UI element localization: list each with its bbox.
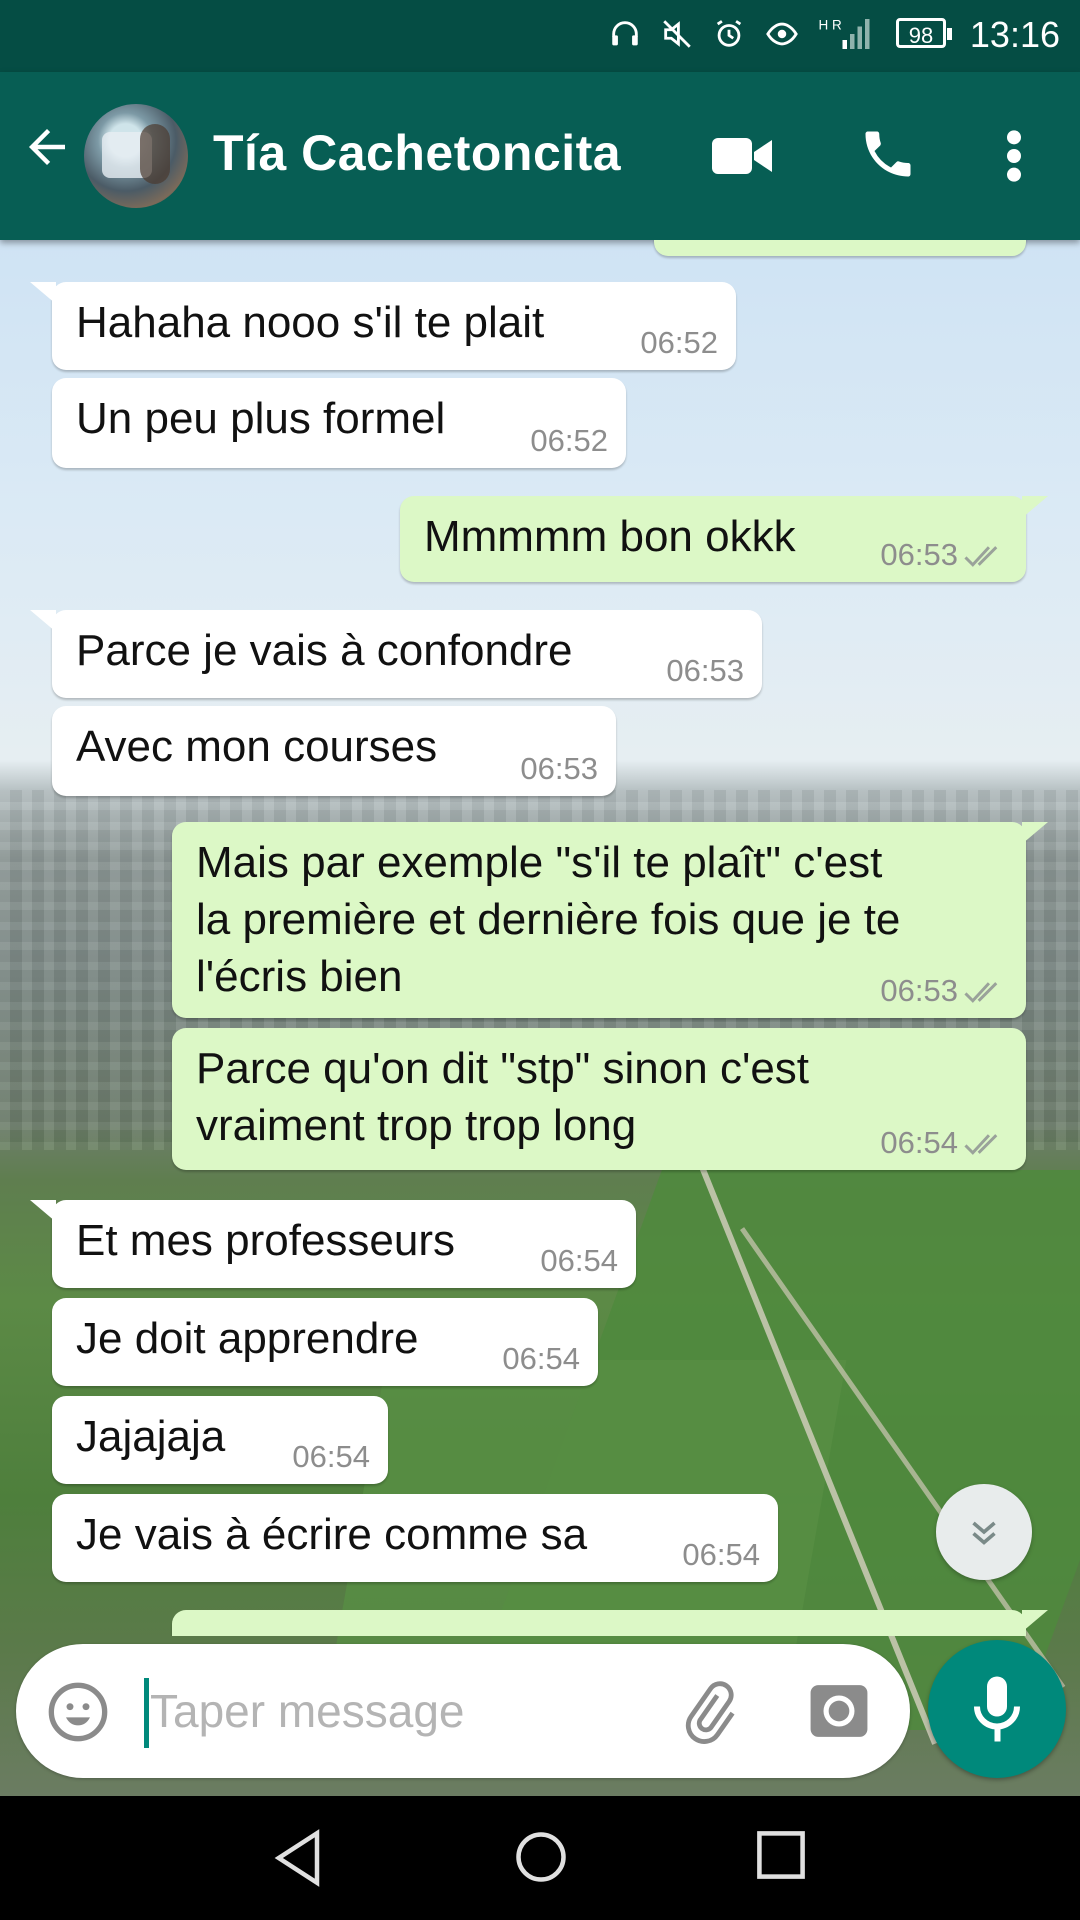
message-text: Mmmmm bon okkk — [424, 512, 796, 561]
message-time: 06:54 — [540, 1243, 618, 1278]
status-bar: H R 98 13:16 — [0, 0, 1080, 72]
back-arrow-icon[interactable] — [20, 120, 74, 174]
message-bubble-outgoing[interactable]: Parce qu'on dit "stp" sinon c'est vraime… — [172, 1028, 1026, 1170]
message-list[interactable]: Hahaha nooo s'il te plait 06:52 Un peu p… — [0, 240, 1080, 1636]
mic-icon — [974, 1676, 1020, 1742]
alarm-icon — [716, 20, 742, 47]
text-cursor — [144, 1678, 149, 1748]
message-time: 06:52 — [530, 423, 608, 458]
double-check-icon — [964, 1134, 998, 1155]
message-bubble-outgoing[interactable]: Mais par exemple "s'il te plaît" c'est l… — [172, 822, 1048, 1018]
message-bubble-incoming[interactable]: Je vais à écrire comme sa 06:54 — [52, 1494, 778, 1582]
double-check-icon — [964, 982, 998, 1003]
contact-avatar[interactable] — [84, 104, 188, 208]
message-bubble-incoming[interactable]: Un peu plus formel 06:52 — [52, 378, 626, 468]
more-vert-icon[interactable] — [1000, 128, 1028, 184]
status-clock: 13:16 — [969, 14, 1060, 55]
nav-recent-apps-icon[interactable] — [756, 1830, 806, 1880]
headset-icon — [612, 21, 638, 46]
message-bubble-incoming[interactable]: Je doit apprendre 06:54 — [52, 1298, 598, 1386]
message-bubble-outgoing[interactable]: Mmmmm bon okkk 06:53 — [400, 496, 1048, 582]
message-time: 06:54 — [880, 1125, 958, 1160]
message-bubble-outgoing-partial[interactable] — [654, 240, 1026, 256]
message-time: 06:53 — [880, 537, 958, 572]
eye-icon — [766, 22, 798, 46]
message-text: Hahaha nooo s'il te plait — [76, 298, 545, 347]
svg-text:H R: H R — [819, 18, 843, 33]
message-time: 06:53 — [666, 653, 744, 688]
message-text: Un peu plus formel — [76, 394, 446, 443]
phone-icon[interactable] — [858, 124, 918, 184]
battery-indicator: 98 — [896, 18, 952, 48]
mic-button[interactable] — [928, 1640, 1066, 1778]
message-time: 06:53 — [520, 751, 598, 786]
message-bubble-incoming[interactable]: Et mes professeurs 06:54 — [30, 1200, 636, 1288]
contact-name[interactable]: Tía Cachetoncita — [213, 124, 621, 182]
message-text: Jajajaja — [76, 1412, 226, 1461]
video-call-icon[interactable] — [710, 132, 774, 180]
chat-header: Tía Cachetoncita — [0, 72, 1080, 240]
attach-icon[interactable] — [676, 1680, 740, 1744]
signal-icon: H R — [819, 18, 870, 49]
message-input[interactable]: Taper message — [150, 1684, 465, 1738]
message-time: 06:54 — [682, 1537, 760, 1572]
message-text: Je doit apprendre — [76, 1314, 419, 1363]
message-text: Mais par exemple "s'il te plaît" c'est l… — [196, 838, 901, 1001]
scroll-down-icon — [972, 1521, 996, 1545]
camera-icon[interactable] — [808, 1682, 870, 1740]
system-nav-bar — [0, 1796, 1080, 1920]
status-icons: H R — [608, 16, 870, 52]
message-bubble-incoming[interactable]: Parce je vais à confondre 06:53 — [30, 610, 762, 698]
message-bubble-outgoing-partial[interactable] — [172, 1610, 1048, 1636]
message-time: 06:54 — [292, 1439, 370, 1474]
message-time: 06:53 — [880, 973, 958, 1008]
nav-back-icon[interactable] — [272, 1828, 326, 1888]
double-check-icon — [964, 546, 998, 567]
message-bubble-incoming[interactable]: Hahaha nooo s'il te plait 06:52 — [30, 282, 736, 370]
message-text: Je vais à écrire comme sa — [76, 1510, 588, 1559]
message-time: 06:54 — [502, 1341, 580, 1376]
message-text: Avec mon courses — [76, 722, 438, 771]
nav-home-icon[interactable] — [514, 1828, 568, 1886]
message-bubble-incoming[interactable]: Jajajaja 06:54 — [52, 1396, 388, 1484]
message-text: Parce qu'on dit "stp" sinon c'est vraime… — [196, 1044, 810, 1150]
message-text: Parce je vais à confondre — [76, 626, 573, 675]
emoji-icon[interactable] — [46, 1680, 110, 1744]
scroll-down-button[interactable] — [936, 1484, 1032, 1580]
message-text: Et mes professeurs — [76, 1216, 456, 1265]
message-composer[interactable]: Taper message — [16, 1644, 910, 1778]
mute-icon — [663, 20, 691, 48]
message-time: 06:52 — [640, 325, 718, 360]
message-bubble-incoming[interactable]: Avec mon courses 06:53 — [52, 706, 616, 796]
